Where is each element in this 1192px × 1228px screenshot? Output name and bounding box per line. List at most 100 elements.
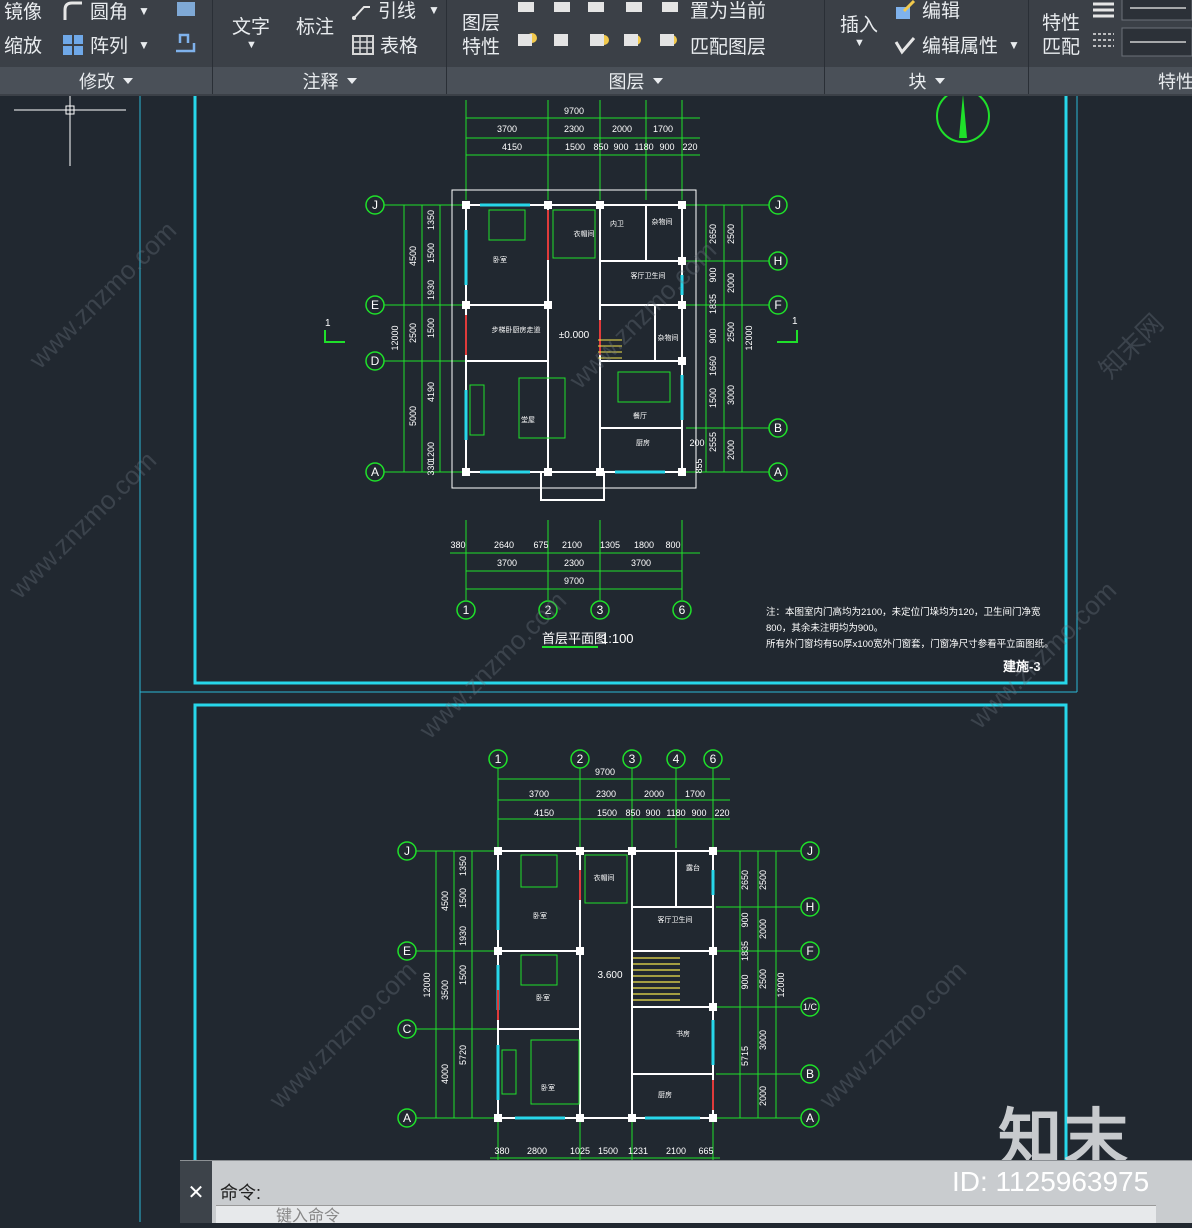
edit-attribute-button[interactable]: 编辑属性 ▼ <box>894 31 1020 58</box>
mirror-button[interactable]: 镜像 <box>4 0 42 24</box>
watermark-pattern: www.znzmo.com www.znzmo.com www.znzmo.co… <box>2 215 1169 1115</box>
level-mark: 3.600 <box>597 970 622 981</box>
text-button[interactable]: 文字 ▼ <box>232 12 270 51</box>
dim-text: 2555 <box>708 432 718 452</box>
grid-label: H <box>806 900 815 914</box>
dim-text: 2100 <box>562 540 582 550</box>
room-label: 内卫 <box>610 219 624 228</box>
panel-modify-label: 修改 <box>79 71 115 92</box>
drawing-canvas[interactable]: 9700 3700 2300 2000 1700 4150 1500 850 9… <box>0 96 1192 1222</box>
dim-text: 380 <box>494 1146 509 1156</box>
dim-text: 1660 <box>708 356 718 376</box>
dim-text: 1025 <box>570 1146 590 1156</box>
grid-label: 2 <box>577 752 584 766</box>
watermark-text: 知末网 <box>1093 308 1169 384</box>
close-icon[interactable]: ✕ <box>180 1161 212 1223</box>
dim-text: 12000 <box>744 325 754 350</box>
dim-text: 2500 <box>408 323 418 343</box>
dim-text: 3700 <box>529 789 549 799</box>
command-input[interactable]: 键入命令 <box>216 1205 1156 1225</box>
dim-text: 3000 <box>758 1030 768 1050</box>
set-current-layer-button[interactable]: 置为当前 <box>690 0 766 23</box>
dim-text: 2000 <box>758 1086 768 1106</box>
table-button[interactable]: 表格 <box>352 31 418 58</box>
ribbon: 镜像 圆角 ▼ 缩放 阵列 ▼ 文字 ▼ 标注 引线 ▼ 表格 图层 特性 置为… <box>0 0 1192 97</box>
dim-text: 2500 <box>758 870 768 890</box>
room-label: 餐厅 <box>633 411 647 420</box>
dim-text: 1500 <box>458 965 468 985</box>
dim-text: 1930 <box>426 280 436 300</box>
drawing-notes: 注：本图室内门高均为2100，未定位门垛均为120，卫生间门净宽 800，其余未… <box>766 606 1054 650</box>
chevron-down-icon <box>346 77 357 84</box>
dim-text: 200 <box>689 438 704 448</box>
panel-block[interactable]: 块 <box>825 67 1029 94</box>
fillet-button[interactable]: 圆角 ▼ <box>62 0 150 24</box>
floor-plan-ground: 9700 3700 2300 2000 1700 4150 1500 850 9… <box>324 100 1054 674</box>
dim-text: 220 <box>714 808 729 818</box>
dim-text: 330 <box>426 460 436 475</box>
array-button[interactable]: 阵列 ▼ <box>62 31 150 58</box>
chevron-down-icon <box>123 77 133 84</box>
chevron-down-icon: ▼ <box>428 2 440 17</box>
grid-label: E <box>371 298 379 312</box>
grid-label: 1 <box>463 603 470 617</box>
dim-text: 2000 <box>758 919 768 939</box>
room-label: 厨房 <box>636 438 650 447</box>
dim-text: 1930 <box>458 926 468 946</box>
dim-text: 2000 <box>612 124 632 134</box>
panel-annotation[interactable]: 注释 <box>213 67 447 94</box>
lineweight-icons[interactable] <box>1090 0 1192 62</box>
explode-icon[interactable] <box>174 0 198 18</box>
dimension-lines-top <box>380 100 770 600</box>
dim-text: 900 <box>613 142 628 152</box>
dim-text: 665 <box>698 1146 713 1156</box>
layer-properties-button[interactable]: 图层 特性 <box>462 12 500 60</box>
dimension-button[interactable]: 标注 <box>296 12 334 39</box>
scale-button[interactable]: 缩放 <box>4 31 42 58</box>
room-label: 厨房 <box>658 1090 672 1099</box>
insert-block-button[interactable]: 插入 ▼ <box>840 10 878 49</box>
edit-attribute-label: 编辑属性 <box>922 36 999 57</box>
room-label: 客厅卫生间 <box>658 915 693 924</box>
dim-text: 1231 <box>628 1146 648 1156</box>
floor-plan-second: 1 2 3 4 6 J E C A J H F 1/C B A 1 2 3 6 <box>397 749 820 1218</box>
dim-text: 1305 <box>600 540 620 550</box>
dim-text: 2500 <box>758 969 768 989</box>
match-layer-button[interactable]: 匹配图层 <box>690 32 766 59</box>
dim-text: 850 <box>625 808 640 818</box>
grid-label: B <box>774 421 782 435</box>
grid-label: C <box>403 1022 412 1036</box>
panel-properties[interactable]: 特性 <box>1029 67 1192 94</box>
panel-modify[interactable]: 修改 <box>0 67 213 94</box>
layer-tools-icons[interactable] <box>516 0 686 56</box>
dim-text: 4000 <box>440 1064 450 1084</box>
edit-block-icon <box>896 0 916 19</box>
dim-text: 4500 <box>408 246 418 266</box>
dim-text: 900 <box>708 267 718 282</box>
grid-label: H <box>774 254 783 268</box>
dim-text: 3000 <box>726 385 736 405</box>
panel-layers-label: 图层 <box>608 71 645 92</box>
match-properties-button[interactable]: 特性 匹配 <box>1042 12 1080 60</box>
dim-text: 1180 <box>634 142 653 152</box>
panel-layers[interactable]: 图层 <box>447 67 825 94</box>
watermark-text: www.znzmo.com <box>412 585 572 745</box>
text-label: 文字 <box>232 17 271 38</box>
leader-button[interactable]: 引线 ▼ <box>350 0 440 23</box>
grid-label: 4 <box>673 752 680 766</box>
panel-properties-label: 特性 <box>1158 71 1192 92</box>
edit-block-button[interactable]: 编辑 <box>894 0 960 23</box>
cad-drawing[interactable]: 9700 3700 2300 2000 1700 4150 1500 850 9… <box>0 96 1192 1222</box>
set-current-label: 置为当前 <box>690 1 767 22</box>
offset-icon[interactable] <box>172 31 198 55</box>
dimension-text-left: 4500 1350 1500 1930 12000 2500 1500 5000… <box>390 210 436 476</box>
dim-text: 1500 <box>708 388 718 408</box>
mirror-label: 镜像 <box>4 2 43 23</box>
grid-label: 1/C <box>803 1002 818 1012</box>
grid-label: A <box>403 1111 411 1125</box>
dim-text: 3700 <box>631 558 651 568</box>
room-label: 露台 <box>686 863 700 872</box>
drawing-title: 首层平面图 <box>542 631 607 646</box>
dim-text: 900 <box>659 142 674 152</box>
chevron-down-icon <box>934 77 945 84</box>
